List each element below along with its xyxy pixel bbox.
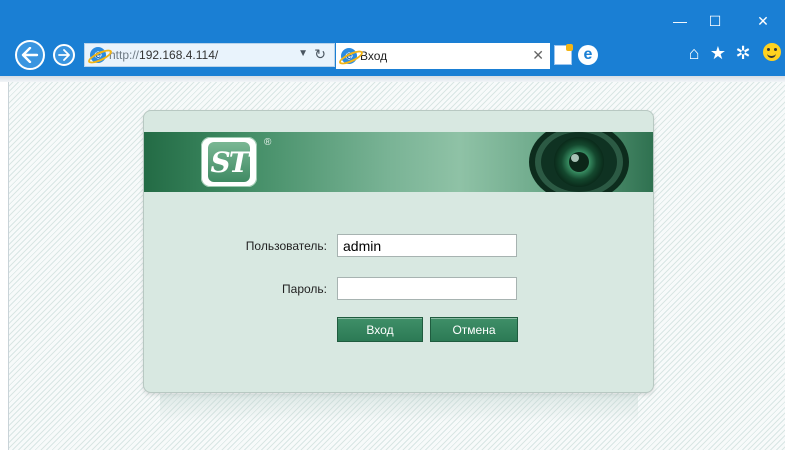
address-bar[interactable]: e http://192.168.4.114/ ▼ ↻ (84, 43, 335, 67)
forward-button[interactable] (53, 44, 75, 66)
panel-reflection (160, 394, 638, 422)
close-window-button[interactable]: ✕ (748, 10, 778, 32)
forward-arrow-icon (58, 49, 70, 61)
tab-title: Вход (360, 49, 388, 63)
password-label: Пароль: (282, 282, 327, 296)
logo-text: ST (210, 145, 249, 179)
address-dropdown-icon[interactable]: ▼ (298, 48, 308, 59)
tab-login[interactable]: e Вход ✕ (336, 43, 550, 69)
page-border (8, 82, 9, 450)
ie-page-icon: e (90, 47, 106, 63)
registered-mark: ® (264, 137, 272, 148)
edge-icon[interactable]: e (578, 45, 598, 65)
address-scheme: http:// (109, 48, 140, 62)
maximize-button[interactable]: ☐ (700, 10, 730, 32)
username-input[interactable] (337, 234, 517, 257)
favorites-star-icon[interactable]: ★ (708, 42, 728, 64)
new-tab-button[interactable] (554, 44, 573, 65)
settings-gear-icon[interactable]: ✲ (733, 42, 753, 64)
home-icon[interactable]: ⌂ (684, 42, 704, 64)
password-input[interactable] (337, 277, 517, 300)
camera-lens-icon (515, 132, 633, 192)
st-logo: ST (199, 137, 261, 189)
back-button[interactable] (15, 40, 45, 70)
address-host: 192.168.4.114/ (139, 48, 219, 62)
username-label: Пользователь: (245, 239, 327, 253)
minimize-button[interactable]: — (665, 10, 695, 32)
refresh-icon[interactable]: ↻ (314, 46, 326, 63)
address-text: http://192.168.4.114/ (109, 48, 218, 62)
browser-chrome: — ☐ ✕ e http://192.168.4.114/ ▼ ↻ e Вход… (0, 0, 785, 76)
tab-ie-icon: e (341, 48, 357, 64)
back-arrow-icon (21, 47, 39, 63)
login-button[interactable]: Вход (337, 317, 423, 342)
smiley-icon[interactable] (763, 43, 781, 61)
cancel-button[interactable]: Отмена (430, 317, 518, 342)
tab-close-icon[interactable]: ✕ (532, 47, 544, 64)
